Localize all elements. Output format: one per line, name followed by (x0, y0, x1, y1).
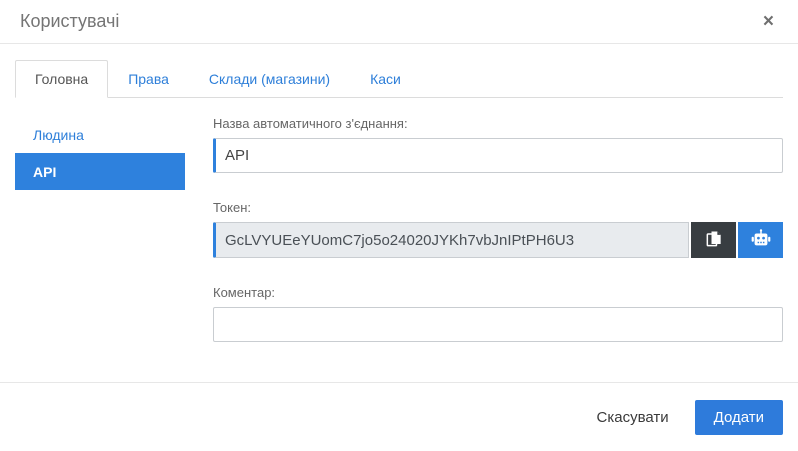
token-group: Токен: (213, 200, 783, 258)
token-field[interactable] (213, 222, 689, 258)
tab-warehouses[interactable]: Склади (магазини) (189, 60, 350, 98)
connection-name-label: Назва автоматичного з'єднання: (213, 116, 408, 131)
token-row (213, 222, 783, 258)
generate-token-button[interactable] (738, 222, 783, 258)
api-form: Назва автоматичного з'єднання: Токен: (213, 116, 783, 369)
robot-icon (750, 228, 772, 253)
connection-name-input[interactable] (213, 138, 783, 173)
tab-cash-registers[interactable]: Каси (350, 60, 421, 98)
copy-icon (704, 229, 724, 252)
add-button[interactable]: Додати (694, 399, 783, 435)
connection-name-group: Назва автоматичного з'єднання: (213, 116, 783, 173)
dialog-footer: Скасувати Додати (0, 382, 798, 451)
dialog-title: Користувачі (20, 11, 120, 31)
cancel-button[interactable]: Скасувати (579, 400, 687, 435)
copy-token-button[interactable] (691, 222, 736, 258)
comment-group: Коментар: (213, 285, 783, 342)
sidebar-item-api[interactable]: API (15, 153, 185, 190)
users-dialog: Користувачі × Головна Права Склади (мага… (0, 0, 798, 451)
comment-label: Коментар: (213, 285, 276, 300)
sidebar-item-person[interactable]: Людина (15, 116, 185, 153)
type-sidebar: Людина API (15, 116, 185, 369)
token-label: Токен: (213, 200, 252, 215)
tab-bar: Головна Права Склади (магазини) Каси (15, 60, 783, 98)
dialog-content: Людина API Назва автоматичного з'єднання… (0, 98, 798, 369)
tab-main[interactable]: Головна (15, 60, 109, 98)
tab-rights[interactable]: Права (108, 60, 189, 98)
comment-input[interactable] (213, 307, 783, 342)
close-icon[interactable]: × (757, 8, 780, 35)
dialog-header: Користувачі × (0, 0, 798, 44)
